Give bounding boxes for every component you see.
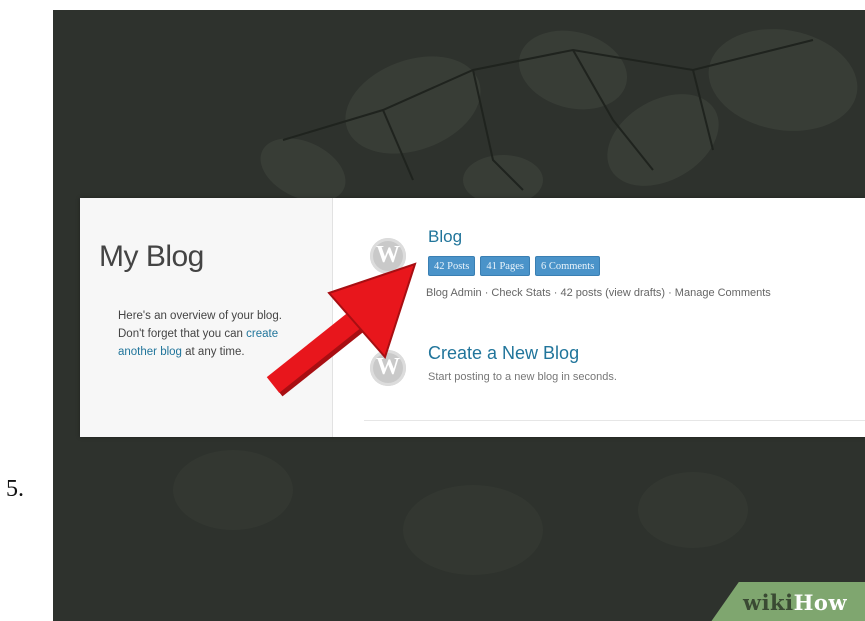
page-title: My Blog (99, 240, 204, 273)
dashboard-panel: My Blog Here's an overview of your blog.… (80, 198, 865, 437)
overview-text-end: at any time. (181, 346, 245, 358)
blog-name-link[interactable]: Blog (428, 227, 462, 247)
watermark-how: How (793, 590, 848, 615)
posts-badge[interactable]: 42 Posts (428, 256, 476, 276)
my-blog-sidebar: My Blog Here's an overview of your blog.… (80, 198, 333, 437)
create-new-blog-description: Start posting to a new blog in seconds. (428, 371, 617, 383)
wordpress-logo-icon: W (370, 238, 406, 274)
blog-stats-badges: 42 Posts 41 Pages 6 Comments (428, 256, 601, 276)
blog-action-links[interactable]: Blog Admin · Check Stats · 42 posts (vie… (426, 287, 771, 299)
step-number: 5. (6, 476, 24, 502)
create-new-blog-link[interactable]: Create a New Blog (428, 343, 579, 364)
watermark-wiki: wiki (743, 590, 794, 615)
comments-badge[interactable]: 6 Comments (534, 256, 601, 276)
wordpress-logo-icon: W (370, 350, 406, 386)
screenshot-frame: My Blog Here's an overview of your blog.… (53, 10, 865, 621)
overview-text: Here's an overview of your blog. Don't f… (118, 307, 308, 361)
divider (364, 420, 865, 421)
wikihow-watermark: wikiHow (743, 590, 847, 615)
pages-badge[interactable]: 41 Pages (480, 256, 530, 276)
